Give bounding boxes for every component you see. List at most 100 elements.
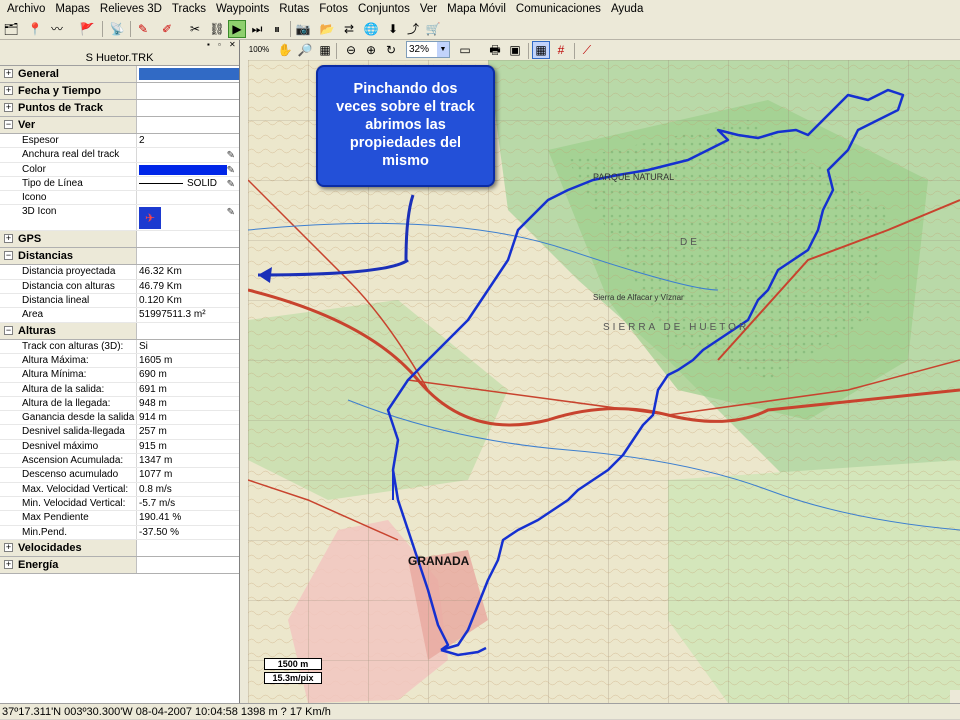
edit-icon[interactable]: ✎ xyxy=(227,149,235,161)
expand-icon[interactable]: + xyxy=(4,69,13,78)
property-row[interactable]: Ascension Acumulada: 1347 m xyxy=(0,454,239,469)
category-alturas[interactable]: − Alturas xyxy=(0,322,239,340)
window-icon[interactable]: ▣ xyxy=(506,41,524,59)
menu-item-fotos[interactable]: Fotos xyxy=(314,0,353,18)
draw-track-icon[interactable]: ✎ xyxy=(134,20,152,38)
property-row[interactable]: Descenso acumulado 1077 m xyxy=(0,468,239,483)
pause-icon[interactable]: ⏸ xyxy=(268,20,286,38)
category-puntos[interactable]: + Puntos de Track xyxy=(0,100,239,117)
menu-item-mapa-móvil[interactable]: Mapa Móvil xyxy=(442,0,511,18)
property-value[interactable] xyxy=(137,191,239,204)
zoom-100-button[interactable]: 100% xyxy=(249,41,269,59)
photo-icon[interactable]: 📷 xyxy=(294,20,312,38)
image-icon[interactable]: ▦ xyxy=(316,41,334,59)
category-distancias[interactable]: − Distancias xyxy=(0,248,239,266)
waypoint-icon[interactable]: 📍 xyxy=(26,20,44,38)
expand-icon[interactable]: + xyxy=(4,103,13,112)
property-row[interactable]: Max. Velocidad Vertical: 0.8 m/s xyxy=(0,482,239,497)
gps-icon[interactable]: 📡 xyxy=(108,20,126,38)
expand-icon[interactable]: + xyxy=(4,559,13,569)
property-value[interactable]: 46.79 Km xyxy=(137,280,239,293)
category-energia[interactable]: + Energía xyxy=(0,556,239,574)
property-row[interactable]: Min. Velocidad Vertical: -5.7 m/s xyxy=(0,496,239,512)
zoom-select[interactable]: 32% ▼ xyxy=(406,41,450,58)
play-icon[interactable]: ▶ xyxy=(228,20,246,38)
export-icon[interactable]: ⤴ xyxy=(404,20,422,38)
print-icon[interactable]: 🖶 xyxy=(486,41,504,59)
menu-item-tracks[interactable]: Tracks xyxy=(167,0,211,18)
menu-item-ver[interactable]: Ver xyxy=(415,0,442,18)
edit-icon[interactable]: ✎ xyxy=(227,206,235,220)
property-row[interactable]: Anchura real del track ✎ xyxy=(0,148,239,163)
property-row[interactable]: Track con alturas (3D): Si xyxy=(0,339,239,354)
transfer-icon[interactable]: ⇄ xyxy=(340,20,358,38)
route-icon[interactable]: 🚩 xyxy=(78,20,96,38)
property-row[interactable]: Max Pendiente 190.41 % xyxy=(0,511,239,526)
property-row[interactable]: Area 51997511.3 m² xyxy=(0,308,239,323)
collapse-icon[interactable]: − xyxy=(4,251,13,261)
property-value[interactable]: ✎ xyxy=(137,163,239,176)
menu-item-archivo[interactable]: Archivo xyxy=(2,0,50,18)
property-row[interactable]: Espesor 2 xyxy=(0,134,239,149)
menu-item-waypoints[interactable]: Waypoints xyxy=(211,0,274,18)
color-swatch[interactable] xyxy=(139,164,227,175)
property-row[interactable]: Desnivel máximo 915 m xyxy=(0,439,239,455)
property-value[interactable]: 691 m xyxy=(137,383,239,396)
open-icon[interactable]: 🗂 xyxy=(2,20,20,38)
folder-icon[interactable]: 📂 xyxy=(318,20,336,38)
magnify-icon[interactable]: 🔎 xyxy=(296,41,314,59)
erase-icon[interactable]: ✂ xyxy=(186,20,204,38)
layer-icon[interactable]: ▭ xyxy=(456,41,474,59)
menu-item-ayuda[interactable]: Ayuda xyxy=(606,0,648,18)
menu-item-comunicaciones[interactable]: Comunicaciones xyxy=(511,0,606,18)
property-value[interactable]: 257 m xyxy=(137,425,239,438)
edit-icon[interactable]: ✎ xyxy=(227,178,235,190)
globe-icon[interactable]: 🌐 xyxy=(362,20,380,38)
property-value[interactable]: 190.41 % xyxy=(137,511,239,524)
category-general[interactable]: + General xyxy=(0,66,239,83)
property-row[interactable]: 3D Icon ✈ ✎ xyxy=(0,205,239,232)
property-value[interactable]: 0.8 m/s xyxy=(137,483,239,496)
category-velocidades[interactable]: + Velocidades xyxy=(0,539,239,557)
edit-icon[interactable]: ✎ xyxy=(227,164,235,176)
step-icon[interactable]: ⏭ xyxy=(248,20,266,38)
panel-splitter[interactable] xyxy=(240,40,248,703)
property-value[interactable]: 1077 m xyxy=(137,468,239,481)
property-value[interactable]: 2 xyxy=(137,134,239,147)
property-value[interactable]: SOLID ✎ xyxy=(137,177,239,190)
expand-icon[interactable]: + xyxy=(4,542,13,552)
property-value[interactable]: -37.50 % xyxy=(137,526,239,539)
category-ver[interactable]: − Ver xyxy=(0,117,239,134)
property-value[interactable]: -5.7 m/s xyxy=(137,497,239,510)
collapse-icon[interactable]: − xyxy=(4,120,13,129)
pin-icon[interactable]: ▪ xyxy=(207,40,210,50)
property-row[interactable]: Altura de la llegada: 948 m xyxy=(0,396,239,412)
collapse-icon[interactable]: − xyxy=(4,325,13,335)
hand-icon[interactable]: ✋ xyxy=(276,41,294,59)
menu-item-rutas[interactable]: Rutas xyxy=(274,0,314,18)
property-row[interactable]: Altura Mínima: 690 m xyxy=(0,368,239,383)
cart-icon[interactable]: 🛒 xyxy=(424,20,442,38)
property-row[interactable]: Altura Máxima: 1605 m xyxy=(0,353,239,369)
property-value[interactable]: 948 m xyxy=(137,397,239,410)
join-icon[interactable]: ⛓ xyxy=(208,20,226,38)
property-value[interactable]: 914 m xyxy=(137,411,239,424)
property-row[interactable]: Min.Pend. -37.50 % xyxy=(0,525,239,540)
property-row[interactable]: Desnivel salida-llegada 257 m xyxy=(0,425,239,440)
property-row[interactable]: Ganancia desde la salida 914 m xyxy=(0,411,239,426)
property-row[interactable]: Distancia con alturas 46.79 Km xyxy=(0,279,239,295)
category-gps[interactable]: + GPS xyxy=(0,231,239,249)
property-value[interactable]: 690 m xyxy=(137,368,239,381)
property-value[interactable]: 0.120 Km xyxy=(137,294,239,307)
rotate-icon[interactable]: ↻ xyxy=(382,41,400,59)
close-icon[interactable]: ✕ xyxy=(229,40,236,50)
menu-item-mapas[interactable]: Mapas xyxy=(50,0,95,18)
edit-track-icon[interactable]: ✐ xyxy=(158,20,176,38)
restore-icon[interactable]: ▫ xyxy=(218,40,221,50)
property-row[interactable]: Icono xyxy=(0,191,239,206)
expand-icon[interactable]: + xyxy=(4,234,13,244)
category-fecha[interactable]: + Fecha y Tiempo xyxy=(0,83,239,100)
property-value[interactable]: Si xyxy=(137,340,239,353)
zoom-out-icon[interactable]: ⊖ xyxy=(342,41,360,59)
menu-item-conjuntos[interactable]: Conjuntos xyxy=(353,0,415,18)
